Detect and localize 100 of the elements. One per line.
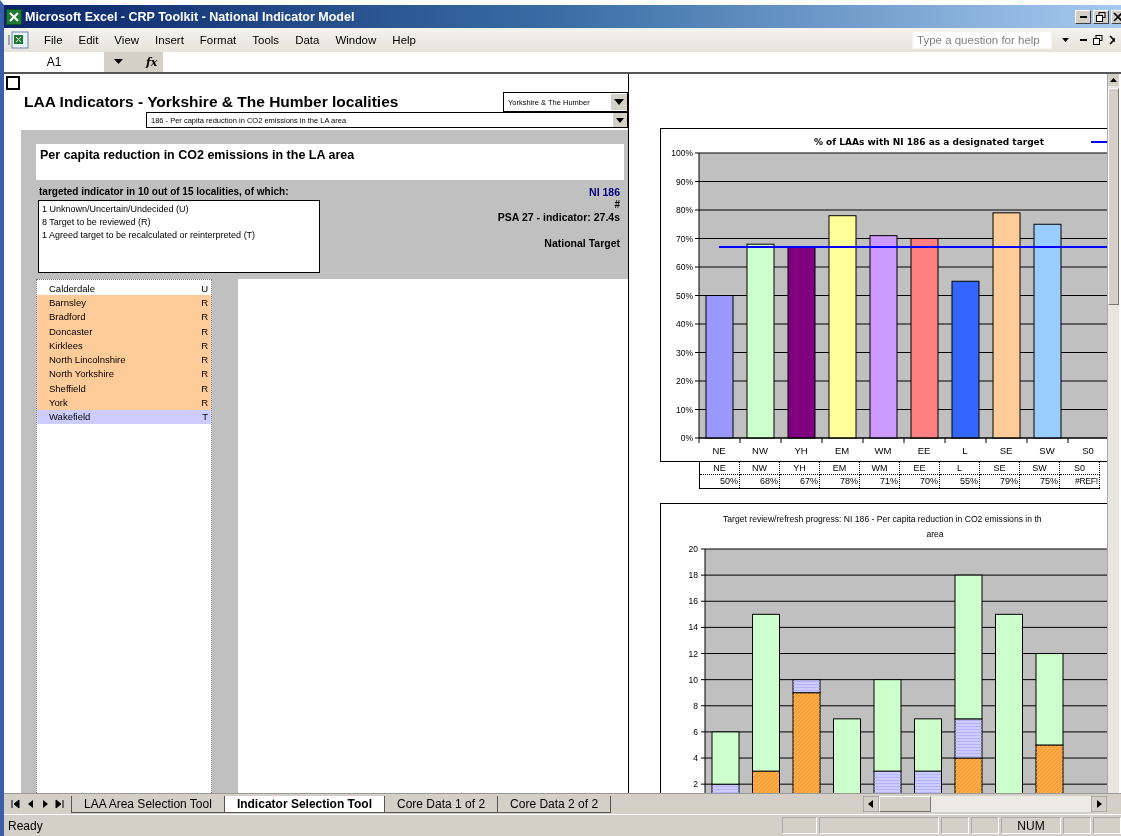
psa-label: PSA 27 - indicator: 27.4s (497, 211, 620, 223)
locality-name: Doncaster (49, 325, 93, 337)
axis-label: 60% (676, 262, 693, 272)
sheet-nav-icon[interactable] (8, 798, 22, 810)
category-label: EE (917, 445, 931, 456)
locality-name: Sheffield (49, 382, 86, 394)
axis-label: 18 (688, 570, 698, 581)
minimize-button[interactable] (1075, 9, 1091, 24)
scroll-left-icon[interactable] (863, 796, 879, 812)
category-label: YH (794, 445, 808, 456)
restore-icon[interactable] (1093, 35, 1103, 45)
table-cell: 67% (780, 475, 820, 488)
table-cell: WM (860, 462, 900, 475)
axis-label: 90% (676, 176, 693, 187)
category-label: L (962, 445, 968, 456)
table-cell: YH (780, 462, 820, 475)
status-text: Ready (7, 818, 43, 833)
sheet-title: LAA Indicators - Yorkshire & The Humber localities (24, 93, 399, 112)
category-label: NE (712, 445, 726, 456)
axis-label: 30% (676, 347, 693, 358)
sheet-tab[interactable]: Core Data 2 of 2 (497, 795, 612, 813)
menu-item[interactable]: Format (191, 34, 245, 46)
minimize-icon (1079, 15, 1087, 18)
axis-label: 50% (676, 290, 693, 301)
status-panel (782, 817, 817, 834)
locality-row[interactable]: Barnsley R (37, 295, 211, 310)
sheet-tab[interactable]: LAA Area Selection Tool (71, 795, 225, 813)
chart-title: % of LAAs with NI 186 as a designated target (814, 137, 1044, 147)
breakdown-line: 8 Target to be reviewed (R) (42, 216, 152, 229)
locality-row[interactable]: Sheffield R (37, 381, 211, 396)
table-cell: 78% (820, 475, 860, 488)
caret-icon[interactable] (114, 59, 124, 65)
locality-row[interactable]: Kirklees R (37, 338, 211, 353)
spreadsheet-icon (6, 8, 22, 25)
table-cell: NW (740, 462, 780, 475)
table-cell: 50% (700, 475, 740, 488)
locality-name: North Lincolnshire (49, 354, 126, 366)
axis-label: 14 (688, 622, 698, 633)
sheet-nav-icon[interactable] (53, 798, 67, 810)
table-cell: EE (900, 462, 940, 475)
category-label: S0 (1082, 445, 1094, 456)
menu-item[interactable]: Edit (70, 34, 107, 46)
locality-status: R (201, 382, 208, 394)
close-button[interactable] (1111, 9, 1121, 24)
table-cell: SE (980, 462, 1020, 475)
locality-name: Wakefield (49, 411, 91, 423)
locality-status: R (201, 311, 208, 323)
category-label: SW (1039, 445, 1055, 456)
locality-name: Kirklees (49, 339, 83, 351)
menu-item[interactable]: Insert (147, 34, 192, 46)
table-cell: EM (820, 462, 860, 475)
close-icon[interactable] (1109, 35, 1115, 45)
window-title: Microsoft Excel - CRP Toolkit - National Indicator Model (25, 9, 355, 24)
function-button[interactable]: fx (146, 55, 158, 69)
menu-item[interactable]: Help (384, 34, 424, 46)
locality-name: Calderdale (49, 282, 95, 294)
name-box[interactable]: A1 (4, 52, 104, 72)
table-cell: 71% (860, 475, 900, 488)
table-cell: NE (700, 462, 740, 475)
axis-label: 100% (671, 148, 693, 158)
locality-row[interactable]: North Lincolnshire R (37, 352, 211, 367)
caret-icon[interactable] (1062, 37, 1070, 43)
locality-status: R (201, 368, 208, 380)
axis-label: 8 (693, 700, 698, 711)
locality-status: R (201, 354, 208, 366)
scroll-right-icon[interactable] (1091, 796, 1107, 812)
table-cell: SW (1020, 462, 1060, 475)
axis-label: 10% (676, 404, 693, 415)
category-label: SE (999, 445, 1013, 456)
target-type: National Target (544, 237, 620, 249)
table-cell: 79% (980, 475, 1020, 488)
menu-item[interactable]: Window (327, 34, 385, 46)
menu-item[interactable]: View (106, 34, 148, 46)
table-cell: 68% (740, 475, 780, 488)
indicator-code: NI 186 (589, 186, 620, 198)
status-panel (1063, 817, 1091, 834)
axis-label: 20% (676, 376, 693, 386)
scroll-up-icon[interactable] (1108, 74, 1119, 86)
scroll-thumb[interactable] (1108, 88, 1119, 305)
menu-item[interactable]: Data (287, 34, 328, 46)
axis-label: 16 (688, 596, 698, 607)
horizontal-scrollbar[interactable] (863, 796, 1107, 812)
category-label: NW (752, 445, 768, 456)
restore-button[interactable] (1093, 9, 1109, 24)
category-label: WM (874, 445, 892, 456)
menu-item[interactable]: File (36, 34, 71, 46)
menu-item[interactable]: Tools (244, 34, 288, 46)
table-cell: 75% (1020, 475, 1060, 488)
close-icon (1112, 11, 1121, 22)
sheet-tab[interactable]: Indicator Selection Tool (223, 795, 385, 813)
help-search-field[interactable]: Type a question for help (912, 31, 1052, 49)
locality-name: York (49, 397, 68, 408)
breakdown-line: 1 Agreed target to be recalculated or reinterpreted (T) (42, 229, 257, 242)
cell-cursor (6, 76, 20, 90)
vertical-scrollbar[interactable] (1107, 74, 1119, 793)
locality-row[interactable]: York R (37, 395, 211, 410)
workbook-icon[interactable] (8, 31, 30, 49)
locality-status: R (201, 296, 208, 308)
locality-status: R (201, 339, 208, 351)
formula-field[interactable] (163, 52, 1121, 72)
